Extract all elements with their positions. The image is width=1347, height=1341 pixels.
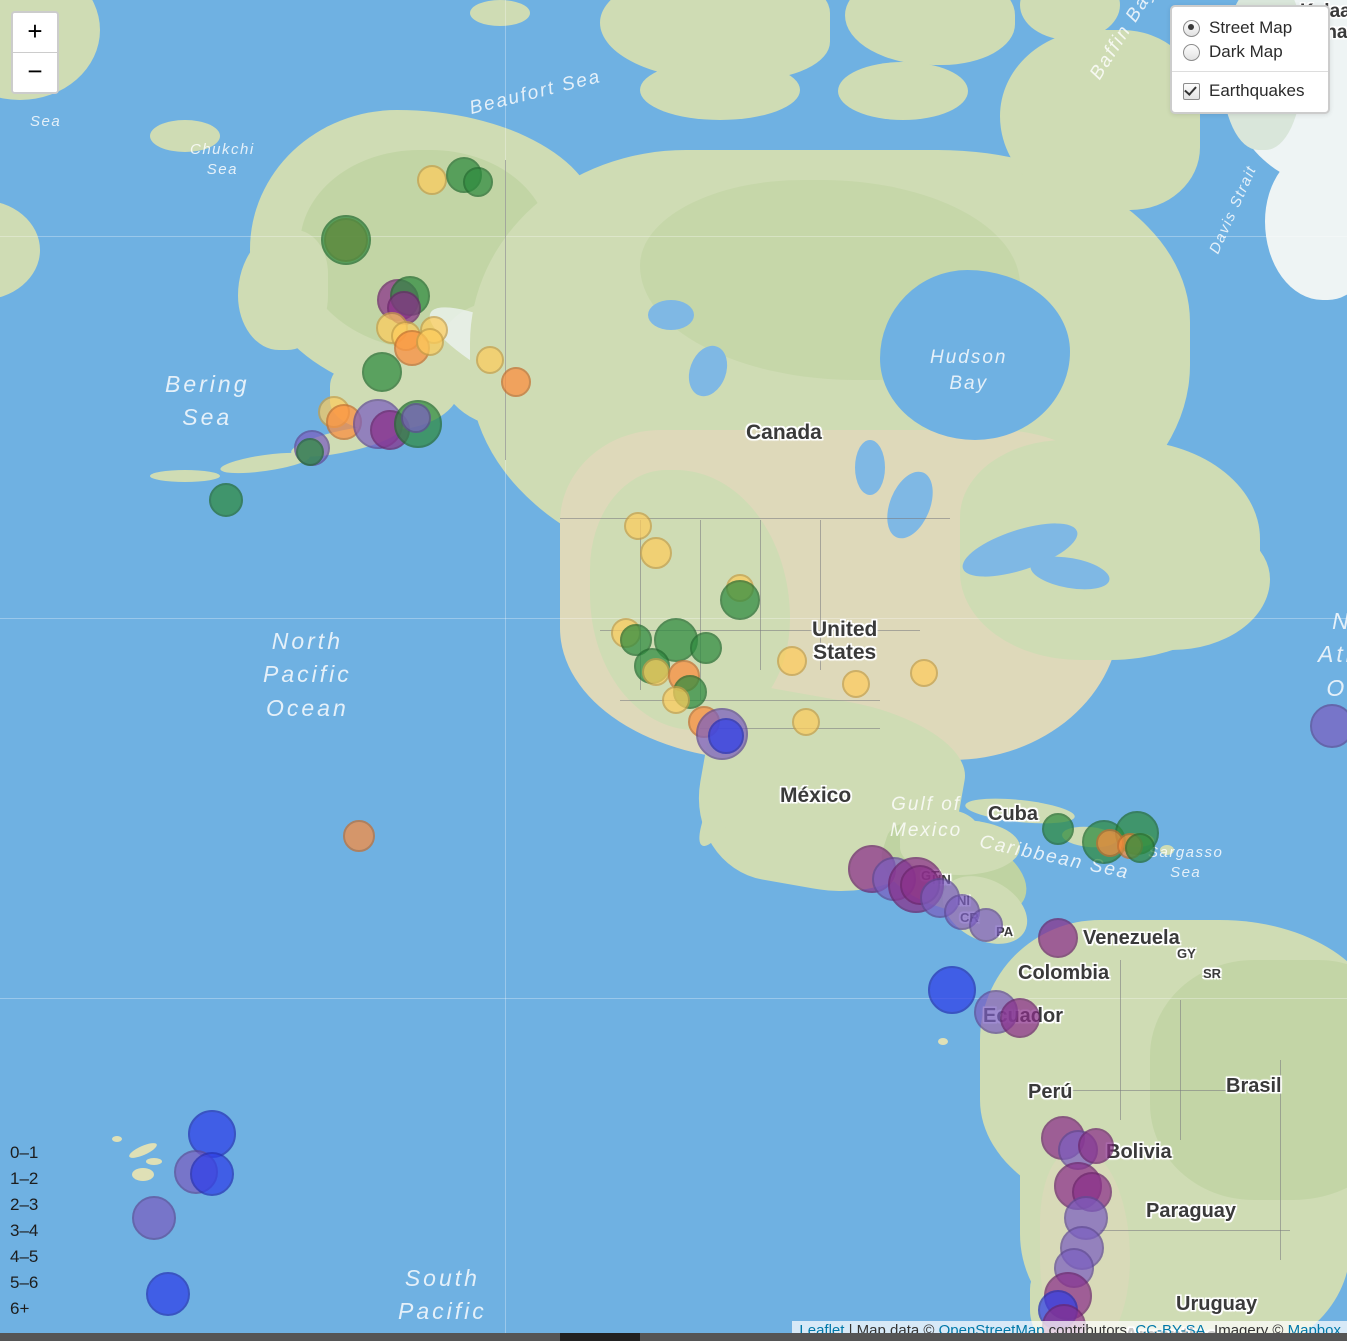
legend-label: 6+: [10, 1298, 30, 1318]
legend-label: 4–5: [10, 1246, 39, 1266]
earthquake-marker[interactable]: [910, 659, 938, 687]
earthquake-marker[interactable]: [642, 658, 670, 686]
earthquake-marker[interactable]: [842, 670, 870, 698]
legend-item: 4–5: [4, 1243, 38, 1269]
earthquake-marker[interactable]: [209, 483, 243, 517]
earthquake-marker[interactable]: [146, 1272, 190, 1316]
legend-label: 1–2: [10, 1168, 39, 1188]
legend-label: 5–6: [10, 1272, 39, 1292]
legend-label: 0–1: [10, 1142, 39, 1162]
earthquake-marker[interactable]: [190, 1152, 234, 1196]
legend-item: 5–6: [4, 1269, 38, 1295]
base-layer-street-map[interactable]: Street Map: [1183, 16, 1315, 40]
magnitude-legend: 0–1 1–2 2–3 3–4 4–5 5–6 6+: [4, 1139, 38, 1321]
earthquake-marker[interactable]: [401, 403, 431, 433]
radio-street-map-icon[interactable]: [1183, 19, 1200, 37]
earthquake-marker[interactable]: [132, 1196, 176, 1240]
earthquake-marker[interactable]: [969, 908, 1003, 942]
base-layer-street-map-label: Street Map: [1209, 18, 1293, 37]
earthquake-marker[interactable]: [1078, 1128, 1114, 1164]
radio-dark-map-icon[interactable]: [1183, 43, 1200, 61]
earthquake-marker[interactable]: [501, 367, 531, 397]
leaflet-map[interactable]: Canada United States México Cuba Venezuela Col…: [0, 0, 1347, 1341]
earthquake-marker[interactable]: [792, 708, 820, 736]
earthquake-marker[interactable]: [624, 512, 652, 540]
earthquake-marker[interactable]: [928, 966, 976, 1014]
earthquake-marker[interactable]: [720, 580, 760, 620]
overlay-earthquakes[interactable]: Earthquakes: [1183, 79, 1315, 103]
earthquake-marker[interactable]: [690, 632, 722, 664]
legend-item: 2–3: [4, 1191, 38, 1217]
earthquake-marker[interactable]: [1000, 998, 1040, 1038]
zoom-out-button[interactable]: −: [13, 53, 57, 92]
base-layer-dark-map-label: Dark Map: [1209, 42, 1283, 61]
earthquake-marker[interactable]: [777, 646, 807, 676]
earthquake-marker[interactable]: [463, 167, 493, 197]
earthquake-marker[interactable]: [640, 537, 672, 569]
legend-item: 1–2: [4, 1165, 38, 1191]
base-layer-dark-map[interactable]: Dark Map: [1183, 40, 1315, 64]
earthquake-marker[interactable]: [296, 438, 324, 466]
earthquake-marker[interactable]: [1125, 833, 1155, 863]
earthquake-marker[interactable]: [343, 820, 375, 852]
legend-item: 0–1: [4, 1139, 38, 1165]
earthquake-marker[interactable]: [1038, 918, 1078, 958]
checkbox-earthquakes-icon[interactable]: [1183, 82, 1200, 100]
earthquake-marker[interactable]: [1310, 704, 1347, 748]
legend-label: 3–4: [10, 1220, 39, 1240]
overlay-earthquakes-label: Earthquakes: [1209, 81, 1305, 100]
legend-label: 2–3: [10, 1194, 39, 1214]
earthquake-marker[interactable]: [416, 328, 444, 356]
layers-control[interactable]: Street Map Dark Map Earthquakes: [1170, 5, 1330, 114]
earthquake-marker[interactable]: [1042, 813, 1074, 845]
earthquake-marker[interactable]: [662, 686, 690, 714]
earthquake-marker[interactable]: [708, 718, 744, 754]
bottom-strip: [0, 1333, 1347, 1341]
earthquake-marker[interactable]: [476, 346, 504, 374]
layers-control-separator: [1172, 71, 1328, 72]
legend-item: 6+: [4, 1295, 38, 1321]
legend-item: 3–4: [4, 1217, 38, 1243]
earthquake-marker[interactable]: [417, 165, 447, 195]
earthquake-marker[interactable]: [321, 215, 371, 265]
zoom-in-button[interactable]: +: [13, 13, 57, 53]
earthquake-marker[interactable]: [362, 352, 402, 392]
zoom-control[interactable]: + −: [11, 11, 59, 94]
